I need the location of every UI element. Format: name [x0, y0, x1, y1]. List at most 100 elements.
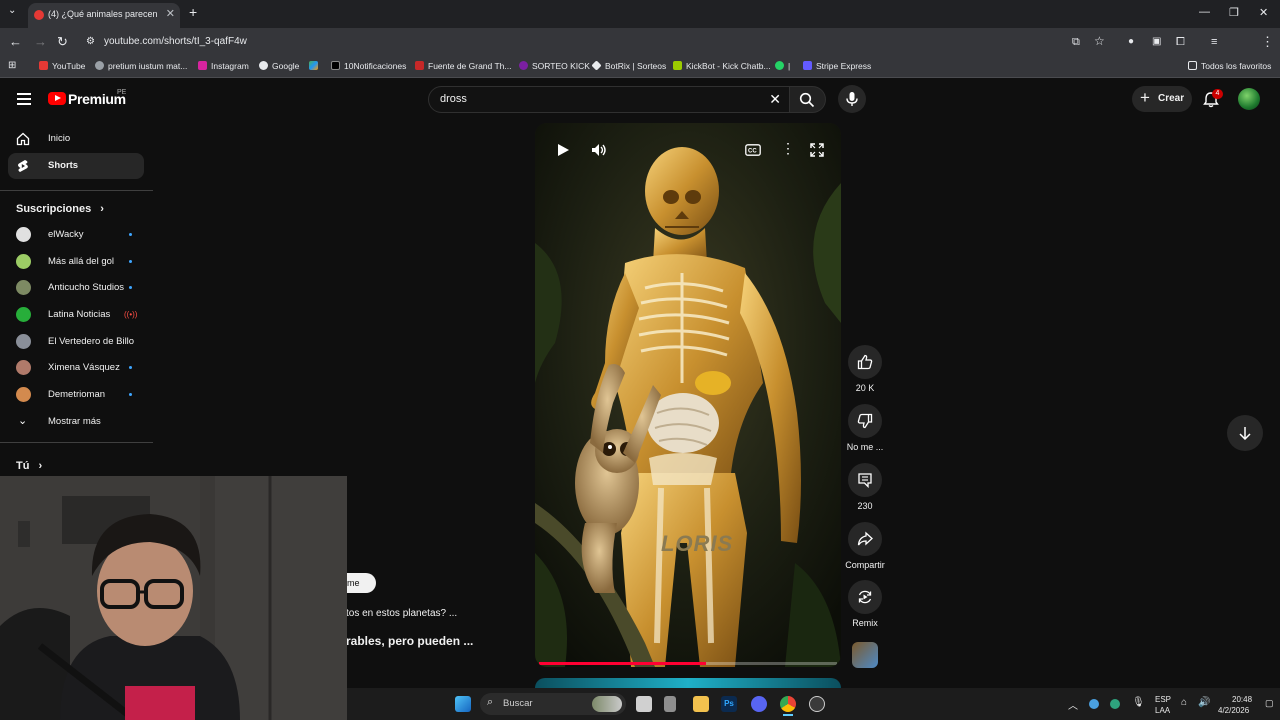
- forward-icon[interactable]: →: [34, 34, 47, 49]
- browser-tab-active[interactable]: (4) ¿Qué animales parecen ado... ✕: [28, 3, 180, 28]
- bookmark-instagram[interactable]: Instagram: [198, 61, 249, 71]
- clear-search-icon[interactable]: ✕: [769, 91, 781, 108]
- bookmark-star-icon[interactable]: ☆: [1094, 34, 1105, 48]
- photoshop-icon[interactable]: Ps: [721, 696, 737, 712]
- bookmark-colorful[interactable]: [309, 61, 322, 71]
- stripe-icon: [803, 61, 812, 70]
- reading-list-icon[interactable]: ≡: [1211, 36, 1217, 48]
- bookmark-sorteo-kick[interactable]: SORTEO KICK: [519, 61, 590, 71]
- like-button[interactable]: [848, 345, 882, 379]
- account-avatar[interactable]: [1238, 88, 1260, 110]
- bookmark-whatsapp[interactable]: |: [775, 61, 790, 71]
- bookmark-kickbot[interactable]: KickBot - Kick Chatb...: [673, 61, 771, 71]
- site-info-icon[interactable]: ⚙: [86, 36, 95, 47]
- search-art-icon: [592, 696, 622, 712]
- volume-tray-icon[interactable]: 🔊: [1198, 697, 1210, 708]
- close-tab-icon[interactable]: ✕: [166, 7, 175, 20]
- language-indicator-top[interactable]: ESP: [1155, 695, 1171, 704]
- sidebar-subscription-mas-alla-del-gol[interactable]: Más allá del gol: [8, 249, 144, 275]
- tab-list-button[interactable]: ⌄: [8, 5, 16, 16]
- chrome-menu-icon[interactable]: ⋮: [1261, 34, 1274, 50]
- discord-icon[interactable]: [751, 696, 767, 712]
- play-icon[interactable]: [556, 143, 570, 157]
- back-icon[interactable]: ←: [9, 34, 22, 49]
- file-explorer-icon[interactable]: [693, 696, 709, 712]
- close-window-button[interactable]: ✕: [1259, 6, 1268, 19]
- bookmark-stripe[interactable]: Stripe Express: [803, 61, 871, 71]
- suggested-title[interactable]: rables, pero pueden ...: [346, 634, 473, 648]
- all-bookmarks[interactable]: Todos los favoritos: [1188, 61, 1271, 71]
- webcam-feed-image: [0, 476, 347, 720]
- bookmark-youtube[interactable]: YouTube: [39, 61, 85, 71]
- address-bar[interactable]: youtube.com/shorts/tI_3-qafF4w: [104, 36, 247, 47]
- voice-search-button[interactable]: [838, 85, 866, 113]
- network-icon[interactable]: ⌂: [1181, 697, 1187, 708]
- dislike-button[interactable]: [848, 404, 882, 438]
- sidebar-subscription-ximena-vasquez[interactable]: Ximena Vásquez: [8, 355, 144, 381]
- search-box[interactable]: dross ✕: [428, 86, 790, 113]
- clock-date[interactable]: 4/2/2026: [1218, 706, 1249, 715]
- sidebar-subscription-elwacky[interactable]: elWacky: [8, 222, 144, 248]
- video-overlay-caption: LORIS: [661, 531, 734, 556]
- app-icon[interactable]: [664, 696, 676, 712]
- extensions-puzzle-icon[interactable]: ⧠: [1176, 36, 1185, 49]
- channel-name: elWacky: [48, 229, 84, 240]
- volume-icon[interactable]: [591, 143, 607, 157]
- search-button[interactable]: [790, 86, 826, 113]
- youtube-logo-icon[interactable]: [48, 92, 66, 105]
- subscriptions-heading[interactable]: Suscripciones ›: [16, 203, 104, 215]
- windows-start-icon[interactable]: [455, 696, 471, 712]
- extension-icon[interactable]: ▣: [1152, 36, 1161, 47]
- tray-app-icon[interactable]: [1110, 699, 1120, 709]
- restore-button[interactable]: ❐: [1229, 6, 1239, 19]
- taskbar-search[interactable]: ⌕: [480, 693, 626, 715]
- sidebar-subscription-demetrioman[interactable]: Demetrioman: [8, 382, 144, 408]
- bookmark-pretium[interactable]: pretium iustum mat...: [95, 61, 187, 71]
- notification-center-icon[interactable]: ▢: [1265, 698, 1274, 709]
- install-app-icon[interactable]: ⧉: [1072, 36, 1080, 49]
- bookmark-google[interactable]: Google: [259, 61, 299, 71]
- suggested-text[interactable]: tos en estos planetas? ...: [346, 608, 457, 619]
- bookmark-botrix[interactable]: BotRix | Sorteos: [591, 60, 666, 71]
- you-heading[interactable]: Tú ›: [16, 460, 42, 472]
- tray-app-icon[interactable]: [1089, 699, 1099, 709]
- reload-icon[interactable]: ↻: [57, 34, 68, 50]
- task-view-icon[interactable]: [636, 696, 652, 712]
- channel-name: Más allá del gol: [48, 256, 115, 267]
- microphone-tray-icon[interactable]: 🎙: [1132, 697, 1145, 708]
- microphone-icon: [846, 92, 858, 106]
- remix-button[interactable]: [848, 580, 882, 614]
- extension-icon[interactable]: ●: [1128, 36, 1134, 47]
- sidebar-item-shorts[interactable]: Shorts: [8, 153, 144, 179]
- google-icon: [259, 61, 268, 70]
- fullscreen-icon[interactable]: [810, 143, 824, 157]
- show-more-button[interactable]: ⌄ Mostrar más: [8, 409, 144, 435]
- sidebar-subscription-el-vertedero-de-billo[interactable]: El Vertedero de Billo: [8, 329, 144, 355]
- comments-button[interactable]: [848, 463, 882, 497]
- new-tab-button[interactable]: +: [189, 4, 197, 20]
- obs-icon[interactable]: [809, 696, 825, 712]
- menu-icon[interactable]: [17, 93, 31, 105]
- captions-icon[interactable]: CC: [745, 144, 761, 156]
- search-input[interactable]: dross: [440, 93, 467, 105]
- next-short-button[interactable]: [1227, 415, 1263, 451]
- channel-avatar: [16, 387, 31, 402]
- sidebar-subscription-anticucho-studios[interactable]: Anticucho Studios: [8, 275, 144, 301]
- show-hidden-icons[interactable]: ︿: [1068, 697, 1078, 712]
- video-progress-bar[interactable]: [539, 662, 837, 665]
- sidebar-subscription-latina-noticias[interactable]: Latina Noticias ((•)): [8, 302, 144, 328]
- language-indicator-bottom[interactable]: LAA: [1155, 706, 1170, 715]
- bookmark-grand-theft[interactable]: Fuente de Grand Th...: [415, 61, 511, 71]
- share-button[interactable]: [848, 522, 882, 556]
- sound-thumbnail[interactable]: [852, 642, 878, 668]
- bookmark-10notificaciones[interactable]: 10Notificaciones: [331, 61, 406, 71]
- sidebar-item-inicio[interactable]: Inicio: [8, 126, 144, 152]
- more-options-icon[interactable]: ⋮: [781, 140, 795, 157]
- clock-time[interactable]: 20:48: [1232, 695, 1252, 704]
- shorts-video-player[interactable]: LORIS CC ⋮: [535, 123, 841, 667]
- apps-grid-icon[interactable]: ⊞: [8, 60, 16, 71]
- sidebar-item-label: Inicio: [48, 133, 71, 144]
- chrome-icon[interactable]: [780, 696, 796, 712]
- minimize-button[interactable]: —: [1199, 6, 1210, 18]
- create-button[interactable]: + Crear: [1132, 86, 1192, 112]
